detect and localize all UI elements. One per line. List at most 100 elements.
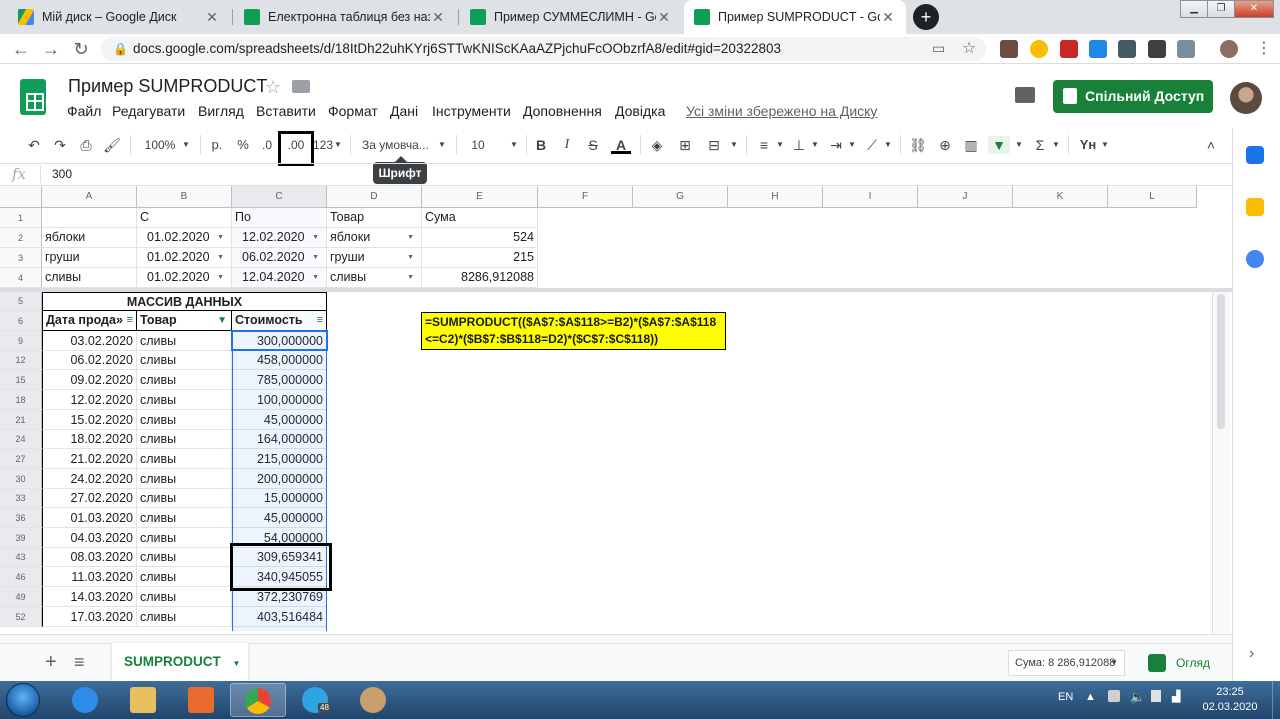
row-header[interactable]: 6 — [0, 311, 42, 331]
cast-icon[interactable]: ▭ — [932, 40, 945, 57]
add-sheet-button[interactable]: + — [45, 651, 57, 674]
url-input[interactable]: 🔒 docs.google.com/spreadsheets/d/18ItDh2… — [101, 37, 986, 61]
product-cell[interactable]: сливы — [137, 410, 232, 430]
date-cell[interactable]: 01.03.2020 — [42, 508, 137, 528]
product-cell[interactable]: сливы — [137, 390, 232, 410]
undo-icon[interactable]: ↶ — [25, 136, 43, 154]
row-header[interactable]: 30 — [0, 469, 42, 489]
date-to-cell[interactable]: 12.02.2020 — [232, 228, 327, 248]
minimize-button[interactable]: ▁ — [1180, 0, 1208, 18]
functions-icon[interactable]: Σ — [1031, 136, 1049, 154]
italic-button[interactable]: I — [559, 136, 575, 154]
extension-icon[interactable] — [1089, 40, 1107, 58]
row-header[interactable]: 36 — [0, 508, 42, 528]
column-header[interactable]: H — [728, 186, 823, 208]
back-arrow-icon[interactable]: ← — [10, 38, 32, 60]
product-cell[interactable]: сливы — [137, 370, 232, 390]
filter-icon[interactable]: ≡ — [317, 311, 323, 330]
close-tab-icon[interactable]: ✕ — [656, 9, 672, 26]
product-cell[interactable]: сливы — [137, 331, 232, 351]
new-tab-button[interactable]: + — [913, 4, 939, 30]
row-header[interactable]: 49 — [0, 587, 42, 607]
date-from-cell[interactable]: 01.02.2020 — [137, 268, 232, 288]
chevron-down-icon[interactable]: ▼ — [1110, 651, 1118, 675]
chevron-down-icon[interactable]: ▼ — [508, 136, 520, 154]
date-cell[interactable]: 12.02.2020 — [42, 390, 137, 410]
date-cell[interactable]: 24.02.2020 — [42, 469, 137, 489]
product-dropdown-cell[interactable]: груши — [327, 248, 422, 268]
chevron-down-icon[interactable]: ▼ — [1051, 136, 1061, 154]
column-header[interactable]: I — [823, 186, 918, 208]
sum-result-cell[interactable]: 524 — [422, 228, 538, 248]
browser-tab-sumproduct[interactable]: Пример SUMPRODUCT - Google ✕ — [684, 0, 906, 34]
date-cell[interactable]: 03.02.2020 — [42, 331, 137, 351]
forward-arrow-icon[interactable]: → — [40, 38, 62, 60]
paint-format-icon[interactable]: 🖌 — [103, 136, 121, 154]
dataset-header-cost[interactable]: Стоимость ≡ — [232, 311, 327, 331]
date-cell[interactable]: 06.02.2020 — [42, 351, 137, 370]
font-family-select[interactable]: За умовча... — [362, 136, 432, 154]
close-window-button[interactable]: ✕ — [1234, 0, 1274, 18]
extension-icon[interactable] — [1148, 40, 1166, 58]
sheets-logo-icon[interactable] — [20, 79, 46, 115]
column-header[interactable]: K — [1013, 186, 1108, 208]
date-cell[interactable]: 18.02.2020 — [42, 430, 137, 449]
all-sheets-button[interactable]: ≡ — [74, 652, 85, 673]
keep-icon[interactable] — [1246, 198, 1264, 216]
filter-icon[interactable]: ▼ — [988, 136, 1010, 154]
currency-format-button[interactable]: р. — [208, 136, 226, 154]
chevron-down-icon[interactable]: ▼ — [729, 136, 739, 154]
chevron-down-icon[interactable]: ▼ — [810, 136, 820, 154]
product-cell[interactable]: сливы — [137, 351, 232, 370]
menu-format[interactable]: Формат — [328, 103, 378, 119]
product-cell[interactable]: сливы — [137, 449, 232, 469]
menu-addons[interactable]: Доповнення — [523, 103, 602, 119]
date-to-cell[interactable]: 06.02.2020 — [232, 248, 327, 268]
explore-button[interactable]: Огляд — [1176, 656, 1210, 670]
chevron-down-icon[interactable]: ▼ — [883, 136, 893, 154]
close-tab-icon[interactable]: ✕ — [430, 9, 446, 26]
row-header[interactable]: 43 — [0, 548, 42, 567]
dataset-header-date[interactable]: Дата прода» ≡ — [42, 311, 137, 331]
redo-icon[interactable]: ↷ — [51, 136, 69, 154]
more-formats-button[interactable]: 123 — [312, 136, 334, 154]
criteria-name-cell[interactable]: груши — [42, 248, 137, 268]
save-status-link[interactable]: Усі зміни збережено на Диску — [686, 103, 877, 119]
input-tools-icon[interactable]: Yн — [1078, 136, 1098, 154]
date-cell[interactable]: 17.03.2020 — [42, 607, 137, 627]
column-header[interactable]: C — [232, 186, 327, 208]
row-header[interactable]: 4 — [0, 268, 42, 288]
product-cell[interactable]: сливы — [137, 469, 232, 489]
date-cell[interactable]: 04.03.2020 — [42, 528, 137, 548]
row-header[interactable]: 15 — [0, 370, 42, 390]
close-tab-icon[interactable]: ✕ — [204, 9, 220, 26]
formula-input[interactable]: 300 — [52, 167, 72, 181]
criteria-header-from[interactable]: С — [137, 208, 232, 228]
date-cell[interactable]: 15.02.2020 — [42, 410, 137, 430]
menu-edit[interactable]: Редагувати — [112, 103, 185, 119]
explore-icon[interactable] — [1148, 654, 1166, 672]
chevron-down-icon[interactable]: ▼ — [180, 136, 192, 154]
text-rotation-icon[interactable]: ⟋ — [863, 136, 881, 154]
insert-comment-icon[interactable]: ⊕ — [936, 136, 954, 154]
text-color-button[interactable]: A — [611, 136, 631, 154]
taskbar-app-telegram[interactable]: 48 — [288, 683, 344, 717]
sum-result-cell[interactable]: 215 — [422, 248, 538, 268]
extension-icon[interactable] — [1060, 40, 1078, 58]
product-dropdown-cell[interactable]: яблоки — [327, 228, 422, 248]
chevron-down-icon[interactable]: ▼ — [333, 136, 343, 154]
language-indicator[interactable]: EN — [1058, 691, 1073, 703]
cell[interactable] — [42, 208, 137, 228]
date-cell[interactable]: 21.02.2020 — [42, 449, 137, 469]
date-cell[interactable]: 14.03.2020 — [42, 587, 137, 607]
battery-icon[interactable] — [1151, 690, 1161, 702]
menu-file[interactable]: Файл — [67, 103, 101, 119]
product-cell[interactable]: сливы — [137, 430, 232, 449]
horizontal-scrollbar[interactable] — [0, 634, 1232, 643]
print-icon[interactable]: ⎙ — [77, 136, 95, 154]
bold-button[interactable]: B — [533, 136, 549, 154]
date-cell[interactable]: 27.02.2020 — [42, 489, 137, 508]
merge-cells-icon[interactable]: ⊟ — [704, 136, 724, 154]
product-cell[interactable]: сливы — [137, 587, 232, 607]
fill-color-icon[interactable]: ◈ — [648, 136, 666, 154]
